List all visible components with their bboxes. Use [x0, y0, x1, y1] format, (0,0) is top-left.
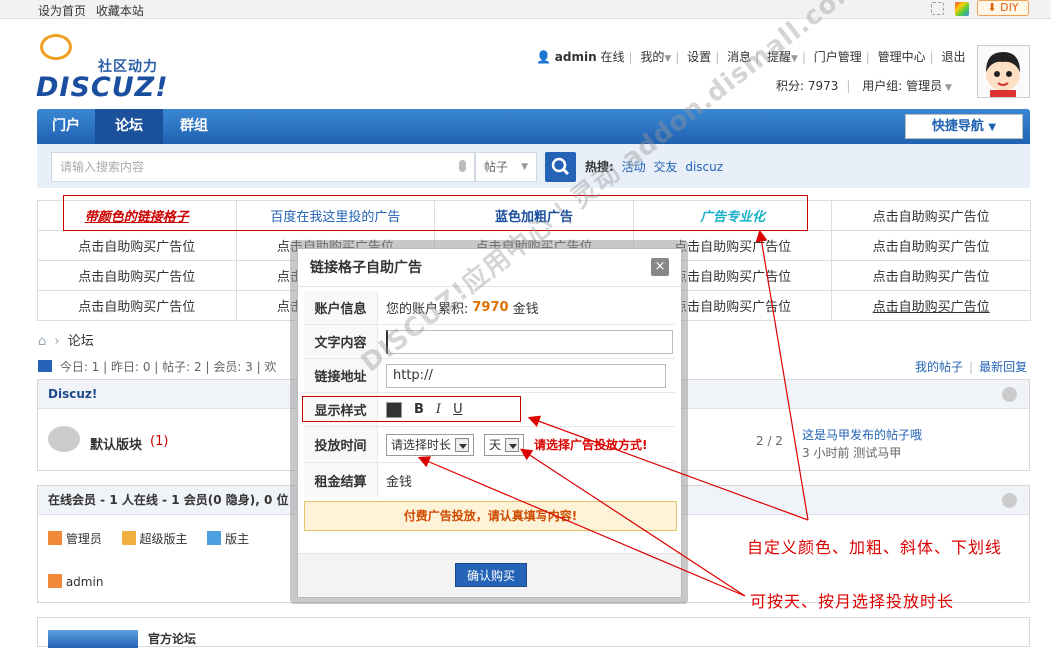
annotation-time: 可按天、按月选择投放时长 [750, 592, 955, 611]
arrow-to-style [527, 415, 809, 521]
annotation-style: 自定义颜色、加粗、斜体、下划线 [747, 538, 1003, 557]
arrow-to-unit [519, 448, 746, 597]
arrow-to-ad [755, 229, 809, 521]
